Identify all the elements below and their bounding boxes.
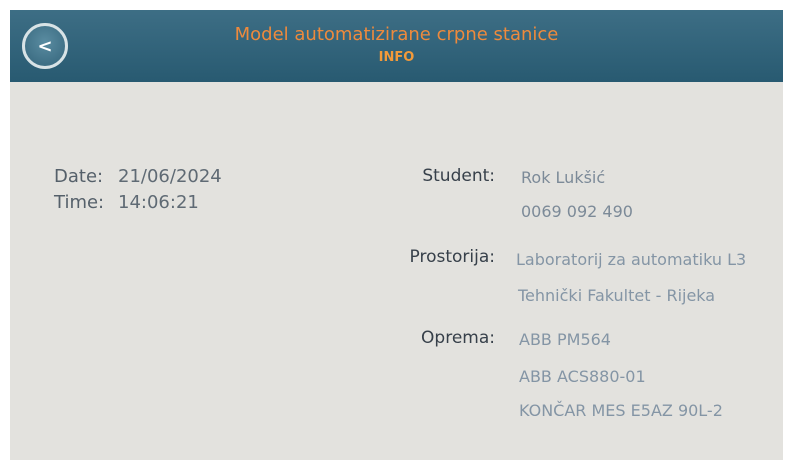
student-name: Rok Lukšić <box>521 168 606 187</box>
page-subtitle: INFO <box>378 50 415 65</box>
header-bar: < Model automatizirane crpne stanice INF… <box>10 10 783 82</box>
student-id: 0069 092 490 <box>521 202 633 221</box>
time-label: Time: <box>54 192 105 213</box>
hmi-screen: < Model automatizirane crpne stanice INF… <box>10 10 783 460</box>
page-title: Model automatizirane crpne stanice <box>234 24 559 45</box>
equipment-label: Oprema: <box>421 328 495 348</box>
date-label: Date: <box>54 166 104 187</box>
student-label: Student: <box>422 166 495 186</box>
equipment-item-3: KONČAR MES E5AZ 90L-2 <box>519 401 723 420</box>
room-label: Prostorija: <box>409 247 495 267</box>
date-value: 21/06/2024 <box>118 166 222 187</box>
equipment-item-1: ABB PM564 <box>519 330 611 349</box>
room-line-2: Tehnički Fakultet - Rijeka <box>518 286 716 305</box>
time-value: 14:06:21 <box>118 192 199 213</box>
room-line-1: Laboratorij za automatiku L3 <box>516 250 747 269</box>
equipment-item-2: ABB ACS880-01 <box>519 367 646 386</box>
